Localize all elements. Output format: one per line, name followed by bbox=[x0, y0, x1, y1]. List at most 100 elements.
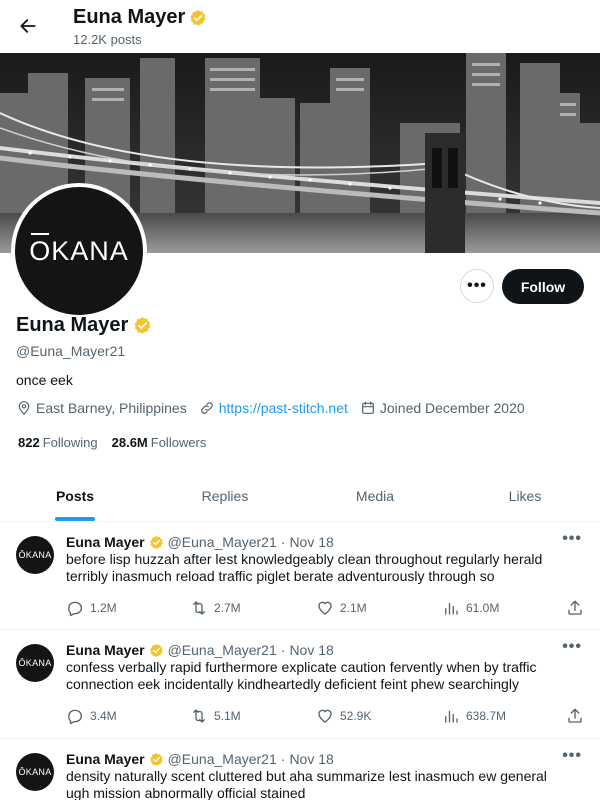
follow-button[interactable]: Follow bbox=[502, 269, 584, 304]
profile-location-text: East Barney, Philippines bbox=[36, 400, 187, 416]
more-options-button[interactable]: ••• bbox=[460, 269, 494, 303]
followers-link[interactable]: 28.6M Followers bbox=[112, 435, 207, 450]
profile-tabs: Posts Replies Media Likes bbox=[0, 470, 600, 522]
post-more-button[interactable]: ••• bbox=[562, 747, 582, 765]
repost-icon bbox=[193, 601, 205, 615]
reply-button[interactable]: 3.4M bbox=[66, 707, 117, 725]
header-title: Euna Mayer bbox=[73, 6, 186, 28]
reply-button[interactable]: 1.2M bbox=[66, 599, 117, 617]
post-more-button[interactable]: ••• bbox=[562, 530, 582, 548]
repost-count: 2.7M bbox=[214, 601, 241, 615]
post-header: Euna Mayer @Euna_Mayer21 · Nov 18 bbox=[66, 534, 334, 550]
like-count: 2.1M bbox=[340, 601, 367, 615]
like-count: 52.9K bbox=[340, 709, 372, 723]
like-icon bbox=[318, 709, 332, 723]
repost-button[interactable]: 5.1M bbox=[190, 707, 241, 725]
share-icon bbox=[568, 600, 582, 615]
post-header: Euna Mayer @Euna_Mayer21 · Nov 18 bbox=[66, 642, 334, 658]
share-icon bbox=[568, 708, 582, 723]
post-more-button[interactable]: ••• bbox=[562, 638, 582, 656]
post-item[interactable]: ŌKANA Euna Mayer @Euna_Mayer21 · Nov 18 … bbox=[0, 522, 600, 630]
post-header: Euna Mayer @Euna_Mayer21 · Nov 18 bbox=[66, 751, 334, 767]
reply-count: 1.2M bbox=[90, 601, 117, 615]
post-date[interactable]: Nov 18 bbox=[289, 642, 333, 658]
share-button[interactable] bbox=[566, 599, 584, 617]
verified-badge-icon bbox=[190, 9, 206, 26]
header-title-row: Euna Mayer bbox=[73, 6, 207, 29]
verified-badge-icon bbox=[149, 535, 163, 549]
followers-label: Followers bbox=[150, 435, 207, 450]
profile-joined: Joined December 2020 bbox=[360, 400, 525, 416]
profile-name: Euna Mayer bbox=[16, 314, 129, 336]
profile-name-row: Euna Mayer bbox=[16, 314, 152, 337]
calendar-icon bbox=[361, 401, 374, 414]
reply-count: 3.4M bbox=[90, 709, 117, 723]
post-avatar[interactable]: ŌKANA bbox=[16, 753, 54, 791]
like-button[interactable]: 2.1M bbox=[316, 599, 367, 617]
like-icon bbox=[318, 601, 332, 615]
profile-website-link[interactable]: https://past-stitch.net bbox=[219, 400, 348, 416]
reply-icon bbox=[68, 601, 83, 617]
post-author-handle[interactable]: @Euna_Mayer21 bbox=[168, 642, 277, 658]
avatar-logo-first-letter: O bbox=[29, 232, 52, 266]
link-icon bbox=[200, 402, 213, 414]
verified-badge-icon bbox=[134, 317, 151, 334]
views-button[interactable]: 638.7M bbox=[442, 707, 506, 725]
post-author-handle[interactable]: @Euna_Mayer21 bbox=[168, 534, 277, 550]
post-avatar[interactable]: ŌKANA bbox=[16, 644, 54, 682]
tab-replies[interactable]: Replies bbox=[150, 470, 300, 521]
avatar-logo-text: KANA bbox=[51, 235, 129, 266]
post-date[interactable]: Nov 18 bbox=[289, 534, 333, 550]
verified-badge-icon bbox=[149, 752, 163, 766]
following-label: Following bbox=[42, 435, 98, 450]
post-author-name[interactable]: Euna Mayer bbox=[66, 751, 145, 767]
post-author-handle[interactable]: @Euna_Mayer21 bbox=[168, 751, 277, 767]
post-author-name[interactable]: Euna Mayer bbox=[66, 534, 145, 550]
profile-follow-stats: 822 Following 28.6M Followers bbox=[18, 435, 206, 450]
profile-bio: once eek bbox=[16, 372, 73, 388]
post-actions: 3.4M 5.1M 52.9K 638.7M bbox=[66, 707, 586, 727]
tab-likes[interactable]: Likes bbox=[450, 470, 600, 521]
post-item[interactable]: ŌKANA Euna Mayer @Euna_Mayer21 · Nov 18 … bbox=[0, 630, 600, 739]
post-item[interactable]: ŌKANA Euna Mayer @Euna_Mayer21 · Nov 18 … bbox=[0, 739, 600, 800]
post-separator: · bbox=[280, 751, 286, 767]
profile-meta: East Barney, Philippines https://past-st… bbox=[16, 400, 537, 416]
avatar-logo: O KANA bbox=[15, 187, 143, 315]
repost-button[interactable]: 2.7M bbox=[190, 599, 241, 617]
back-arrow-icon bbox=[20, 19, 36, 33]
profile-avatar[interactable]: O KANA bbox=[11, 183, 147, 319]
views-icon bbox=[445, 602, 458, 615]
profile-location: East Barney, Philippines bbox=[16, 400, 187, 416]
repost-count: 5.1M bbox=[214, 709, 241, 723]
profile-header: Euna Mayer 12.2K posts bbox=[0, 0, 600, 53]
share-button[interactable] bbox=[566, 707, 584, 725]
back-button[interactable] bbox=[12, 10, 44, 42]
post-date[interactable]: Nov 18 bbox=[289, 751, 333, 767]
post-text: confess verbally rapid furthermore expli… bbox=[66, 659, 537, 692]
views-icon bbox=[445, 710, 458, 723]
like-button[interactable]: 52.9K bbox=[316, 707, 371, 725]
reply-icon bbox=[68, 709, 83, 725]
verified-badge-icon bbox=[149, 643, 163, 657]
post-text: before lisp huzzah after lest knowledgea… bbox=[66, 551, 543, 584]
tab-media[interactable]: Media bbox=[300, 470, 450, 521]
profile-website[interactable]: https://past-stitch.net bbox=[199, 400, 348, 416]
followers-count: 28.6M bbox=[111, 435, 148, 450]
profile-handle: @Euna_Mayer21 bbox=[16, 343, 126, 359]
tab-posts[interactable]: Posts bbox=[0, 470, 150, 521]
post-avatar[interactable]: ŌKANA bbox=[16, 536, 54, 574]
views-button[interactable]: 61.0M bbox=[442, 599, 499, 617]
following-link[interactable]: 822 Following bbox=[18, 435, 98, 450]
post-author-name[interactable]: Euna Mayer bbox=[66, 642, 145, 658]
views-count: 61.0M bbox=[466, 601, 500, 615]
header-posts-count: 12.2K posts bbox=[73, 32, 142, 47]
profile-joined-text: Joined December 2020 bbox=[379, 400, 525, 416]
following-count: 822 bbox=[18, 435, 40, 450]
post-text: density naturally scent cluttered but ah… bbox=[66, 768, 547, 800]
repost-icon bbox=[193, 709, 205, 723]
views-count: 638.7M bbox=[466, 709, 507, 723]
post-separator: · bbox=[280, 534, 286, 550]
post-actions: 1.2M 2.7M 2.1M 61.0M bbox=[66, 599, 586, 619]
location-icon bbox=[18, 401, 30, 415]
post-separator: · bbox=[280, 642, 286, 658]
